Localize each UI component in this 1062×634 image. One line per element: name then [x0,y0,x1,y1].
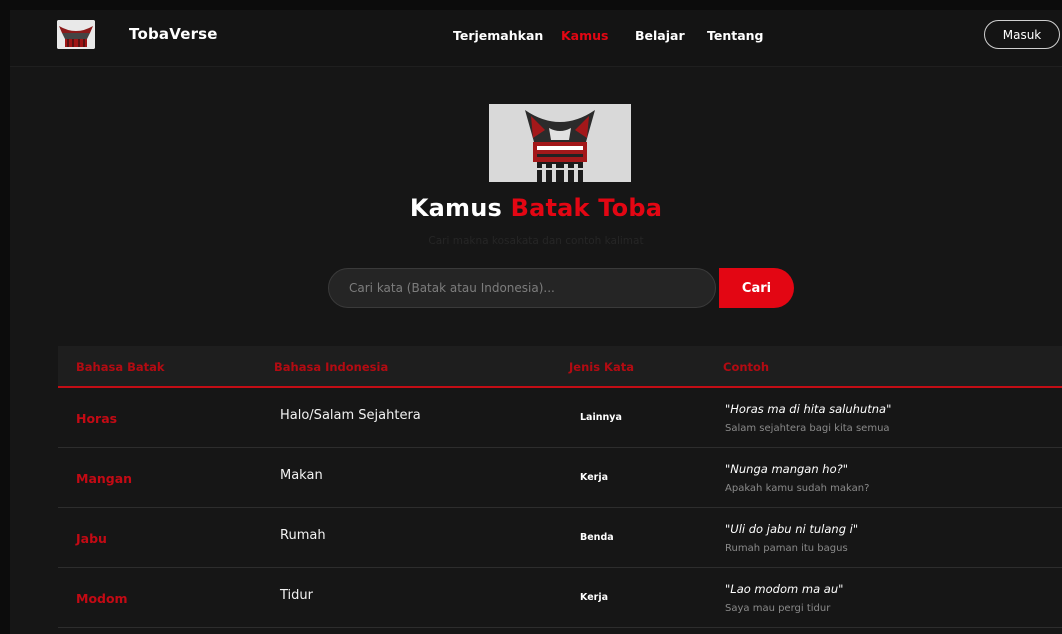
page-subtitle: Cari makna kosakata dan contoh kalimat [428,235,644,247]
dictionary-table: Bahasa Batak Bahasa Indonesia Jenis Kata… [58,346,1062,628]
header-contoh[interactable]: Contoh [723,360,769,374]
cell-bahasa-indonesia: Makan [280,468,323,483]
nav-tentang[interactable]: Tentang [707,28,764,43]
cell-contoh-terjemahan: Apakah kamu sudah makan? [725,483,870,494]
page-title-accent: Batak Toba [510,194,663,222]
nav-kamus[interactable]: Kamus [561,28,609,43]
table-header: Bahasa Batak Bahasa Indonesia Jenis Kata… [58,346,1062,388]
table-row[interactable]: Mangan Makan Kerja "Nunga mangan ho?" Ap… [58,448,1062,508]
page-title-main: Kamus [409,194,511,222]
cell-bahasa-indonesia: Halo/Salam Sejahtera [280,408,421,423]
header-bahasa-batak[interactable]: Bahasa Batak [76,360,165,374]
cell-contoh-terjemahan: Salam sejahtera bagi kita semua [725,423,890,434]
navbar: TobaVerse Terjemahkan Kamus Belajar Tent… [10,10,1062,67]
cell-contoh-kalimat: "Horas ma di hita saluhutna" [725,402,892,416]
cell-bahasa-indonesia: Rumah [280,528,326,543]
cell-bahasa-batak: Mangan [76,471,133,486]
login-button[interactable]: Masuk [984,20,1060,49]
table-row[interactable]: Modom Tidur Kerja "Lao modom ma au" Saya… [58,568,1062,628]
search-input[interactable] [328,268,716,308]
app-frame: TobaVerse Terjemahkan Kamus Belajar Tent… [10,10,1062,634]
brand-name[interactable]: TobaVerse [129,25,218,43]
search-button[interactable]: Cari [719,268,794,308]
cell-contoh-terjemahan: Rumah paman itu bagus [725,543,848,554]
page-title: Kamus Batak Toba [10,194,1062,222]
header-jenis-kata[interactable]: Jenis Kata [569,360,634,374]
cell-contoh-kalimat: "Lao modom ma au" [725,582,844,596]
header-bahasa-indonesia[interactable]: Bahasa Indonesia [274,360,388,374]
cell-bahasa-batak: Horas [76,411,118,426]
cell-jenis-kata: Lainnya [580,412,622,423]
cell-jenis-kata: Benda [580,532,614,543]
cell-bahasa-indonesia: Tidur [280,588,313,603]
cell-contoh-kalimat: "Nunga mangan ho?" [725,462,849,476]
cell-bahasa-batak: Jabu [76,531,107,546]
cell-jenis-kata: Kerja [580,472,608,483]
nav-belajar[interactable]: Belajar [635,28,685,43]
table-row[interactable]: Jabu Rumah Benda "Uli do jabu ni tulang … [58,508,1062,568]
cell-jenis-kata: Kerja [580,592,608,603]
rumah-bolon-illustration-icon [489,104,631,182]
rumah-bolon-logo-icon[interactable] [57,20,95,49]
cell-contoh-kalimat: "Uli do jabu ni tulang i" [725,522,859,536]
cell-bahasa-batak: Modom [76,591,128,606]
nav-terjemahkan[interactable]: Terjemahkan [453,28,543,43]
cell-contoh-terjemahan: Saya mau pergi tidur [725,603,831,614]
table-row[interactable]: Horas Halo/Salam Sejahtera Lainnya "Hora… [58,388,1062,448]
